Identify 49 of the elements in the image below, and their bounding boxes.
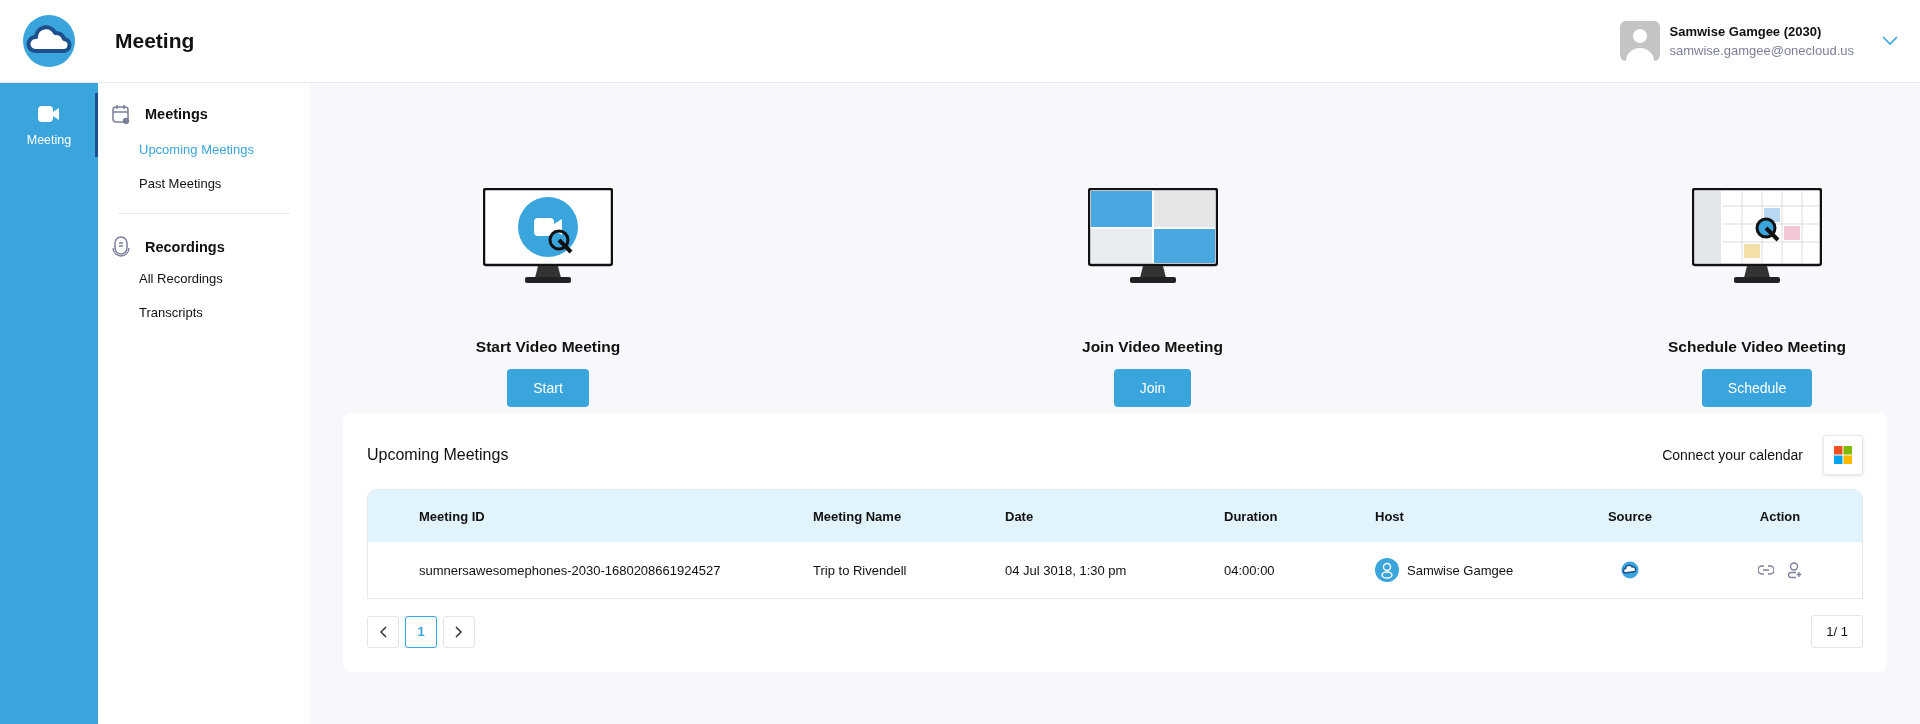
- action-title: Start Video Meeting: [475, 338, 621, 356]
- calendar-icon: [112, 104, 130, 124]
- chevron-left-icon: [379, 625, 387, 638]
- section-title: Recordings: [145, 239, 225, 255]
- link-icon[interactable]: [1758, 565, 1774, 575]
- column-header: Meeting Name: [813, 508, 903, 524]
- action-title: Schedule Video Meeting: [1668, 338, 1846, 356]
- chevron-down-icon: [1882, 36, 1898, 46]
- column-header: Duration: [1224, 508, 1279, 524]
- previous-page-button[interactable]: [367, 615, 399, 648]
- cloud-icon: [1621, 561, 1639, 579]
- table-cell-text: 04 Jul 3018, 1:30 pm: [1005, 562, 1128, 578]
- recorder-icon: [112, 236, 130, 258]
- sidebar-link[interactable]: Upcoming Meetings: [98, 133, 310, 167]
- add-user-icon[interactable]: [1788, 561, 1802, 579]
- user-menu[interactable]: Samwise Gamgee (2030) samwise.gamgee@onecloud.us: [1619, 21, 1898, 61]
- cloud-logo: [22, 14, 76, 68]
- host-name: Samwise Gamgee: [1407, 562, 1514, 578]
- page-button[interactable]: 1: [405, 615, 437, 648]
- sidebar-link[interactable]: Past Meetings: [98, 167, 310, 201]
- chevron-right-icon: [455, 625, 463, 638]
- column-header: Host: [1375, 508, 1405, 524]
- column-header: Meeting ID: [418, 508, 486, 524]
- rail-item[interactable]: Meeting: [0, 93, 98, 157]
- sidebar-link[interactable]: All Recordings: [98, 262, 310, 296]
- avatar-icon: [1619, 21, 1660, 61]
- four-squares-icon: [1834, 446, 1852, 464]
- user-name: Samwise Gamgee (2030): [1669, 24, 1823, 39]
- table-cell-text: sumnersawesomephones-2030-1680208661924527: [418, 562, 722, 578]
- next-page-button[interactable]: [443, 615, 475, 648]
- video-camera-icon: [38, 105, 60, 123]
- page-title: Meeting: [115, 29, 196, 53]
- action-button[interactable]: Schedule: [1701, 369, 1813, 407]
- column-header: Date: [1005, 508, 1035, 524]
- connect-label: Connect your calendar: [1662, 447, 1803, 463]
- column-header: Source: [1606, 508, 1654, 524]
- sidebar-link[interactable]: Transcripts: [98, 296, 310, 330]
- action-title: Join Video Meeting: [1082, 338, 1223, 356]
- user-icon: [1375, 558, 1399, 582]
- action-button[interactable]: Join: [1113, 369, 1192, 407]
- calendar-connect-button[interactable]: [1823, 435, 1863, 475]
- card-title: Upcoming Meetings: [367, 446, 510, 464]
- table-cell-text: Trip to Rivendell: [813, 562, 908, 578]
- action-button[interactable]: Start: [507, 369, 589, 407]
- column-header: Action: [1758, 508, 1802, 524]
- user-email: samwise.gamgee@onecloud.us: [1669, 43, 1854, 58]
- section-title: Meetings: [145, 106, 208, 122]
- page-count: 1/ 1: [1811, 615, 1863, 648]
- table-cell-text: 04:00:00: [1224, 562, 1276, 578]
